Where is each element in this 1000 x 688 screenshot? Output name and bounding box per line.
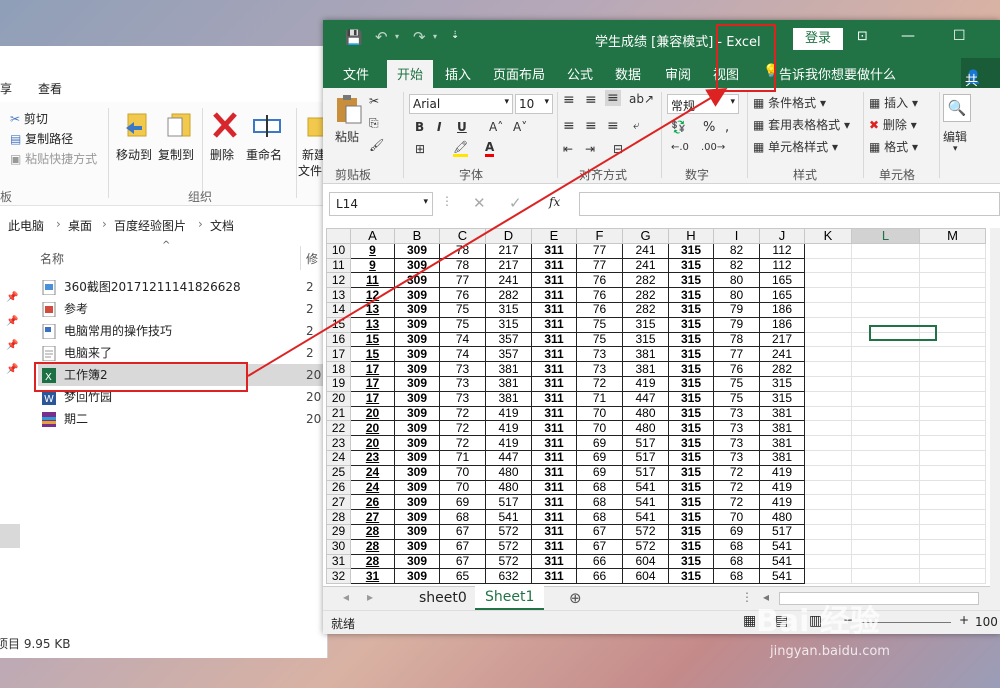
baidu-watermark: Bai 经验 <box>756 604 880 639</box>
baidu-watermark-url: jingyan.baidu.com <box>770 644 890 659</box>
annotation-arrow <box>247 87 728 377</box>
